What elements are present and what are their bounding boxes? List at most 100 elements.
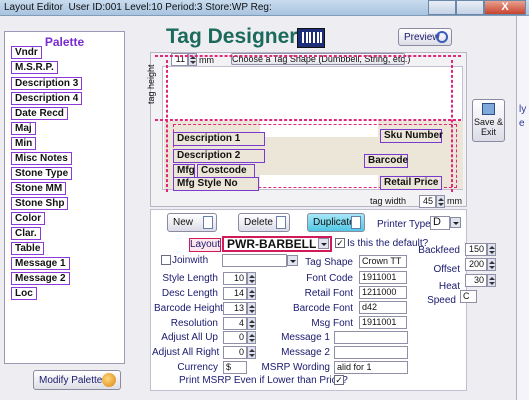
msrp-wording-label: MSRP Wording	[261, 362, 330, 373]
palette-item-description-4[interactable]: Description 4	[11, 92, 83, 105]
minimize-button[interactable]	[428, 0, 456, 15]
adjust-all-right-spinner[interactable]	[247, 346, 256, 359]
resolution-spinner[interactable]	[247, 317, 256, 330]
tag-shape-input[interactable]: Crown TT	[359, 255, 407, 268]
style-length-spinner[interactable]	[247, 272, 256, 285]
font-code-label: Font Code	[306, 273, 353, 284]
backfeed-input[interactable]: 150	[465, 243, 487, 256]
barcode-font-input[interactable]: d42	[359, 301, 407, 314]
background-text-fragment: ly	[519, 104, 527, 115]
retail-font-label: Retail Font	[304, 288, 353, 299]
message-2-label: Message 2	[281, 347, 330, 358]
save-exit-button[interactable]: Save & Exit	[472, 99, 505, 142]
palette-item-color[interactable]: Color	[11, 212, 46, 225]
palette-item-loc[interactable]: Loc	[11, 287, 37, 300]
palette-item-min[interactable]: Min	[11, 137, 37, 150]
adjust-all-up-label: Adjust All Up	[161, 332, 218, 343]
resolution-input[interactable]: 4	[223, 317, 247, 330]
default-checkbox[interactable]: ✓	[335, 238, 345, 248]
field-barcode[interactable]: Barcode	[364, 154, 408, 168]
msrp-wording-input[interactable]: alid for 1	[334, 361, 408, 374]
resolution-label: Resolution	[170, 318, 218, 329]
palette-item-vndr[interactable]: Vndr	[11, 46, 42, 59]
message-1-input[interactable]	[334, 331, 408, 344]
currency-input[interactable]: $	[223, 361, 247, 374]
offset-spinner[interactable]	[487, 258, 496, 271]
default-label: Is this the default?	[347, 238, 429, 249]
palette-item-msrp[interactable]: M.S.R.P.	[11, 61, 58, 74]
printer-type-dropdown-icon[interactable]	[450, 217, 461, 228]
layout-dropdown-icon[interactable]	[318, 238, 329, 249]
preview-button[interactable]: Preview	[398, 28, 452, 46]
adjust-all-right-input[interactable]: 0	[223, 346, 247, 359]
font-code-input[interactable]: 1911001	[359, 271, 407, 284]
heat-spinner[interactable]	[487, 274, 496, 287]
speed-input[interactable]: C	[460, 290, 477, 303]
backfeed-spinner[interactable]	[487, 243, 496, 256]
window-title: Layout Editor User ID:001 Level:10 Perio…	[4, 2, 272, 13]
heat-input[interactable]: 30	[465, 274, 487, 287]
modify-palette-button[interactable]: Modify Palette	[33, 370, 121, 390]
palette-item-maj[interactable]: Maj	[11, 122, 36, 135]
barcode-logo-icon	[297, 28, 325, 48]
style-length-input[interactable]: 10	[223, 272, 247, 285]
title-bar: Layout Editor User ID:001 Level:10 Perio…	[0, 0, 529, 16]
palette-item-date-recd[interactable]: Date Recd	[11, 107, 68, 120]
layout-select[interactable]: PWR-BARBELL	[222, 236, 332, 252]
barcode-height-spinner[interactable]	[247, 302, 256, 315]
tag-width-spinner[interactable]	[436, 195, 445, 208]
joinwith-checkbox[interactable]	[161, 255, 171, 265]
print-msrp-checkbox[interactable]: ✓	[334, 375, 344, 385]
trash-icon	[276, 216, 286, 229]
tag-height-label: tag height	[146, 64, 156, 104]
backfeed-label: Backfeed	[418, 245, 460, 256]
desc-length-label: Desc Length	[161, 288, 218, 299]
palette-item-stone-type[interactable]: Stone Type	[11, 167, 73, 180]
new-button[interactable]: New	[167, 213, 217, 232]
palette-item-clar[interactable]: Clar.	[11, 227, 41, 240]
field-description-1[interactable]: Description 1	[173, 132, 265, 146]
palette-item-stone-shp[interactable]: Stone Shp	[11, 197, 69, 210]
palette-item-description-3[interactable]: Description 3	[11, 77, 83, 90]
field-sku-number[interactable]: Sku Number	[380, 129, 443, 143]
printer-type-label: Printer Type	[377, 219, 431, 230]
duplicate-button[interactable]: Duplicate	[307, 213, 365, 232]
field-description-2[interactable]: Description 2	[173, 149, 265, 163]
palette-item-misc-notes[interactable]: Misc Notes	[11, 152, 72, 165]
field-mfg-style-no[interactable]: Mfg Style No	[173, 177, 259, 191]
message-1-label: Message 1	[281, 332, 330, 343]
tag-width-input[interactable]: 45	[419, 195, 436, 208]
adjust-all-up-spinner[interactable]	[247, 331, 256, 344]
heat-label: Heat	[438, 281, 460, 292]
adjust-all-up-input[interactable]: 0	[223, 331, 247, 344]
close-button[interactable]: X	[484, 0, 526, 15]
field-costcode[interactable]: Costcode	[197, 164, 255, 178]
palette-panel: Palette Vndr M.S.R.P. Description 3 Desc…	[4, 31, 125, 364]
palette-item-stone-mm[interactable]: Stone MM	[11, 182, 67, 195]
delete-button[interactable]: Delete	[238, 213, 290, 232]
msg-font-input[interactable]: 1911001	[359, 316, 407, 329]
guide-line	[166, 60, 168, 192]
style-length-label: Style Length	[162, 273, 218, 284]
palette-icon	[102, 373, 116, 387]
speed-label: Speed	[427, 295, 456, 306]
field-retail-price[interactable]: Retail Price	[380, 176, 442, 190]
printer-type-select[interactable]: D	[430, 216, 450, 230]
desc-length-input[interactable]: 14	[223, 287, 247, 300]
field-mfg[interactable]: Mfg	[173, 164, 195, 178]
magnifier-icon	[436, 31, 448, 43]
message-2-input[interactable]	[334, 346, 408, 359]
retail-font-input[interactable]: 1211000	[359, 286, 407, 299]
desc-length-spinner[interactable]	[247, 287, 256, 300]
palette-item-table[interactable]: Table	[11, 242, 45, 255]
palette-item-message-2[interactable]: Message 2	[11, 272, 70, 285]
background-window-edge: ly e	[517, 16, 529, 400]
palette-item-message-1[interactable]: Message 1	[11, 257, 70, 270]
maximize-button[interactable]	[456, 0, 484, 15]
layout-label: Layout	[189, 238, 221, 252]
offset-input[interactable]: 200	[465, 258, 487, 271]
save-icon	[482, 103, 495, 115]
joinwith-select[interactable]	[222, 254, 287, 267]
guide-line	[155, 119, 461, 121]
barcode-height-input[interactable]: 13	[223, 302, 247, 315]
